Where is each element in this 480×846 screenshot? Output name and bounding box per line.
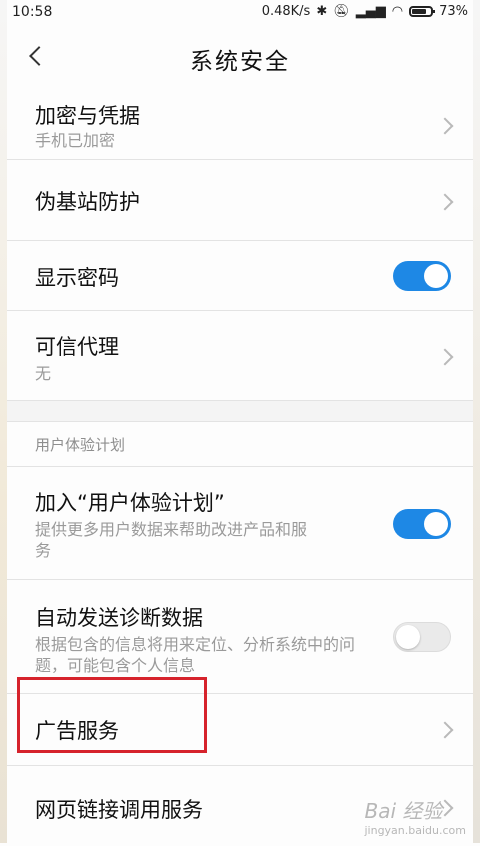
setting-subtext: 手机已加密 [35, 131, 116, 150]
bluetooth-icon: ✱ [316, 3, 328, 19]
watermark-text: Bai 经验 [364, 799, 443, 823]
setting-label: 显示密码 [35, 266, 119, 290]
setting-label: 网页链接调用服务 [35, 798, 203, 822]
toggle-knob [396, 625, 420, 649]
chevron-right-icon [439, 724, 451, 736]
setting-join-plan: 加入“用户体验计划” 提供更多用户数据来帮助改进产品和服务 [7, 467, 473, 580]
join-plan-toggle[interactable] [393, 509, 451, 539]
setting-label: 加入“用户体验计划” [35, 491, 225, 515]
network-speed: 0.48K/s [261, 4, 311, 19]
wifi-icon: ◠ [391, 3, 404, 19]
battery-percent: 73% [439, 4, 468, 19]
setting-subtext: 提供更多用户数据来帮助改进产品和服务 [35, 520, 308, 560]
watermark: Bai 经验 jingyan.baidu.com [364, 795, 466, 837]
mute-icon: 🔕︎ [333, 3, 350, 19]
left-edge [0, 0, 7, 843]
show-password-toggle[interactable] [393, 261, 451, 291]
toggle-knob [424, 512, 448, 536]
page-title: 系统安全 [190, 49, 290, 75]
chevron-right-icon [439, 351, 451, 363]
section-divider [7, 401, 473, 422]
chevron-right-icon [439, 120, 451, 132]
right-edge [473, 0, 480, 843]
status-bar: 10:58 0.48K/s ✱ 🔕︎ ▂▄▆ ◠ 73% [0, 0, 480, 26]
toggle-knob [424, 264, 448, 288]
auto-diagnostics-toggle[interactable] [393, 622, 451, 652]
setting-fake-base-station[interactable]: 伪基站防护 [7, 160, 473, 241]
setting-label: 自动发送诊断数据 [35, 606, 203, 630]
setting-subtext: 无 [35, 364, 52, 383]
highlight-annotation-box [17, 677, 207, 753]
setting-label: 加密与凭据 [35, 104, 140, 128]
battery-icon [409, 6, 436, 17]
setting-show-password: 显示密码 [7, 241, 473, 311]
section-header: 用户体验计划 [7, 422, 473, 467]
setting-trust-agent[interactable]: 可信代理 无 [7, 311, 473, 401]
watermark-url: jingyan.baidu.com [364, 824, 466, 837]
setting-label: 伪基站防护 [35, 190, 140, 214]
setting-subtext: 根据包含的信息将用来定位、分析系统中的问题，可能包含个人信息 [35, 635, 356, 675]
section-title: 用户体验计划 [35, 436, 126, 454]
chevron-right-icon [439, 196, 451, 208]
signal-icon: ▂▄▆ [355, 3, 386, 19]
setting-label: 可信代理 [35, 335, 119, 359]
title-bar: 系统安全 [0, 26, 480, 90]
setting-encryption[interactable]: 加密与凭据 手机已加密 [7, 90, 473, 160]
status-time: 10:58 [12, 4, 53, 20]
